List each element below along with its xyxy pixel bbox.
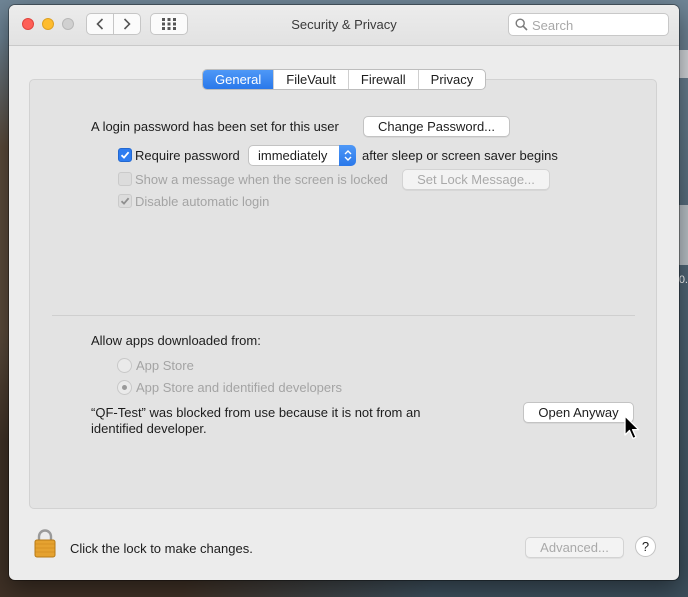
show-message-checkbox[interactable] (118, 172, 132, 186)
mouse-pointer-icon (624, 415, 640, 440)
allow-apps-heading: Allow apps downloaded from: (91, 333, 261, 348)
search-icon (515, 18, 528, 31)
preferences-window: Security & Privacy Search General FileVa… (9, 5, 679, 580)
general-panel (29, 79, 657, 509)
blocked-message-line2: identified developer. (91, 421, 207, 436)
lock-message: Click the lock to make changes. (70, 541, 253, 556)
radio-app-store-label: App Store (136, 358, 194, 373)
tab-privacy[interactable]: Privacy (417, 70, 486, 89)
blocked-message-line1: “QF-Test” was blocked from use because i… (91, 405, 421, 420)
checkmark-icon (120, 197, 130, 205)
help-button[interactable]: ? (635, 536, 656, 557)
require-password-label: Require password (135, 148, 240, 163)
desktop-icon-label: 0. (678, 274, 688, 286)
title-bar: Security & Privacy Search (9, 5, 679, 46)
open-anyway-button[interactable]: Open Anyway (523, 402, 634, 423)
change-password-button[interactable]: Change Password... (363, 116, 510, 137)
tab-filevault[interactable]: FileVault (273, 70, 348, 89)
lock-icon[interactable] (34, 528, 56, 558)
set-lock-message-button[interactable]: Set Lock Message... (402, 169, 550, 190)
show-message-label: Show a message when the screen is locked (135, 172, 388, 187)
login-password-message: A login password has been set for this u… (91, 119, 339, 134)
disable-auto-login-label: Disable automatic login (135, 194, 270, 209)
tab-general[interactable]: General (203, 70, 274, 89)
require-password-delay-value: immediately (258, 148, 328, 163)
radio-app-store[interactable] (117, 358, 132, 373)
advanced-button[interactable]: Advanced... (525, 537, 624, 558)
tab-bar: General FileVault Firewall Privacy (202, 69, 487, 90)
require-password-delay-popup[interactable]: immediately (248, 145, 356, 166)
radio-app-store-identified[interactable] (117, 380, 132, 395)
search-placeholder: Search (532, 18, 574, 33)
tab-firewall[interactable]: Firewall (347, 70, 418, 89)
popup-arrows-icon (339, 145, 356, 166)
require-password-suffix: after sleep or screen saver begins (362, 148, 558, 163)
disable-auto-login-checkbox[interactable] (118, 194, 132, 208)
require-password-checkbox[interactable] (118, 148, 132, 162)
search-field[interactable]: Search (508, 13, 669, 36)
section-divider (52, 315, 635, 316)
checkmark-icon (120, 151, 130, 159)
radio-app-store-identified-label: App Store and identified developers (136, 380, 342, 395)
